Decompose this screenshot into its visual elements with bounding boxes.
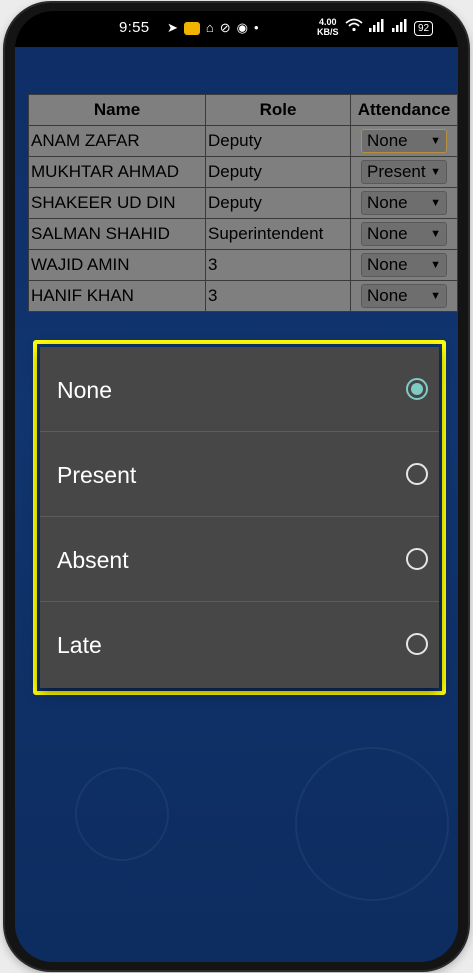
column-header-name: Name: [28, 94, 206, 126]
attendance-select-value: None: [367, 131, 408, 150]
column-header-role: Role: [205, 94, 351, 126]
dropdown-arrow-icon: ▼: [430, 228, 441, 240]
table-header-row: Name Role Attendance: [28, 94, 458, 126]
background-pattern: [75, 767, 169, 861]
attendance-select[interactable]: None ▼: [361, 284, 447, 308]
table-row: ANAM ZAFAR Deputy None ▼: [28, 125, 458, 157]
net-speed-unit: KB/S: [317, 27, 339, 37]
row-attendance-cell: None ▼: [350, 187, 458, 219]
attendance-select-value: None: [367, 286, 408, 305]
notification-icon: ⌂: [205, 20, 214, 35]
row-attendance-cell: None ▼: [350, 280, 458, 312]
status-system-icons: 92: [345, 17, 434, 39]
app-icon: [183, 21, 200, 35]
attendance-select-value: None: [367, 255, 408, 274]
status-time: 9:55: [119, 19, 150, 36]
net-speed: 4.00 KB/S: [317, 17, 339, 37]
column-header-attendance: Attendance: [350, 94, 458, 126]
row-attendance-cell: Present ▼: [350, 156, 458, 188]
row-role: Deputy: [205, 187, 351, 219]
row-role: 3: [205, 249, 351, 281]
data-saver-icon: ⊘: [219, 20, 231, 35]
option-label: Present: [57, 462, 137, 488]
row-attendance-cell: None ▼: [350, 249, 458, 281]
row-role: Deputy: [205, 125, 351, 157]
attendance-select-value: None: [367, 193, 408, 212]
table-row: WAJID AMIN 3 None ▼: [28, 249, 458, 281]
record-icon: ◉: [236, 20, 249, 35]
option-late[interactable]: Late: [40, 602, 439, 687]
row-attendance-cell: None ▼: [350, 125, 458, 157]
attendance-select[interactable]: Present ▼: [361, 160, 447, 184]
attendance-select-value: None: [367, 224, 408, 243]
row-name: HANIF KHAN: [28, 280, 206, 312]
dropdown-arrow-icon: ▼: [430, 166, 441, 178]
attendance-select[interactable]: None ▼: [361, 129, 447, 153]
app-content: Name Role Attendance ANAM ZAFAR Deputy N…: [15, 47, 458, 962]
dropdown-arrow-icon: ▼: [430, 197, 441, 209]
attendance-select-value: Present: [367, 162, 426, 181]
screen: 9:55 ➤ ⌂ ⊘ ◉ • 4.00 KB/S 92 Name Role At…: [15, 11, 458, 962]
dropdown-arrow-icon: ▼: [430, 135, 441, 147]
status-bar: 9:55 ➤ ⌂ ⊘ ◉ • 4.00 KB/S 92: [15, 11, 458, 47]
row-name: WAJID AMIN: [28, 249, 206, 281]
dropdown-arrow-icon: ▼: [430, 290, 441, 302]
radio-selected-icon[interactable]: [406, 378, 428, 400]
option-label: Late: [57, 632, 102, 658]
table-row: SALMAN SHAHID Superintendent None ▼: [28, 218, 458, 250]
battery-icon: 92: [414, 20, 434, 36]
attendance-table: Name Role Attendance ANAM ZAFAR Deputy N…: [28, 94, 458, 312]
table-row: HANIF KHAN 3 None ▼: [28, 280, 458, 312]
radio-icon[interactable]: [406, 548, 428, 570]
row-name: ANAM ZAFAR: [28, 125, 206, 157]
option-present[interactable]: Present: [40, 432, 439, 517]
net-speed-value: 4.00: [318, 17, 337, 27]
attendance-select[interactable]: None ▼: [361, 222, 447, 246]
row-role: 3: [205, 280, 351, 312]
table-row: MUKHTAR AHMAD Deputy Present ▼: [28, 156, 458, 188]
option-absent[interactable]: Absent: [40, 517, 439, 602]
row-name: SHAKEER UD DIN: [28, 187, 206, 219]
attendance-select[interactable]: None ▼: [361, 191, 447, 215]
wifi-icon: [345, 17, 363, 39]
option-none[interactable]: None: [40, 347, 439, 432]
row-role: Superintendent: [205, 218, 351, 250]
signal-icon: [391, 17, 409, 39]
signal-icon: [368, 17, 386, 39]
dot-icon: •: [254, 20, 259, 35]
option-label: Absent: [57, 547, 129, 573]
status-notification-icons: ➤ ⌂ ⊘ ◉ •: [167, 17, 259, 39]
option-label: None: [57, 377, 112, 403]
radio-icon[interactable]: [406, 633, 428, 655]
attendance-options-dialog: None Present Absent Late: [40, 347, 439, 688]
table-row: SHAKEER UD DIN Deputy None ▼: [28, 187, 458, 219]
telegram-icon: ➤: [167, 20, 178, 35]
background-pattern: [295, 747, 449, 901]
attendance-select[interactable]: None ▼: [361, 253, 447, 277]
dropdown-arrow-icon: ▼: [430, 259, 441, 271]
phone-frame: 9:55 ➤ ⌂ ⊘ ◉ • 4.00 KB/S 92 Name Role At…: [5, 3, 468, 970]
row-name: SALMAN SHAHID: [28, 218, 206, 250]
radio-icon[interactable]: [406, 463, 428, 485]
row-name: MUKHTAR AHMAD: [28, 156, 206, 188]
row-role: Deputy: [205, 156, 351, 188]
row-attendance-cell: None ▼: [350, 218, 458, 250]
